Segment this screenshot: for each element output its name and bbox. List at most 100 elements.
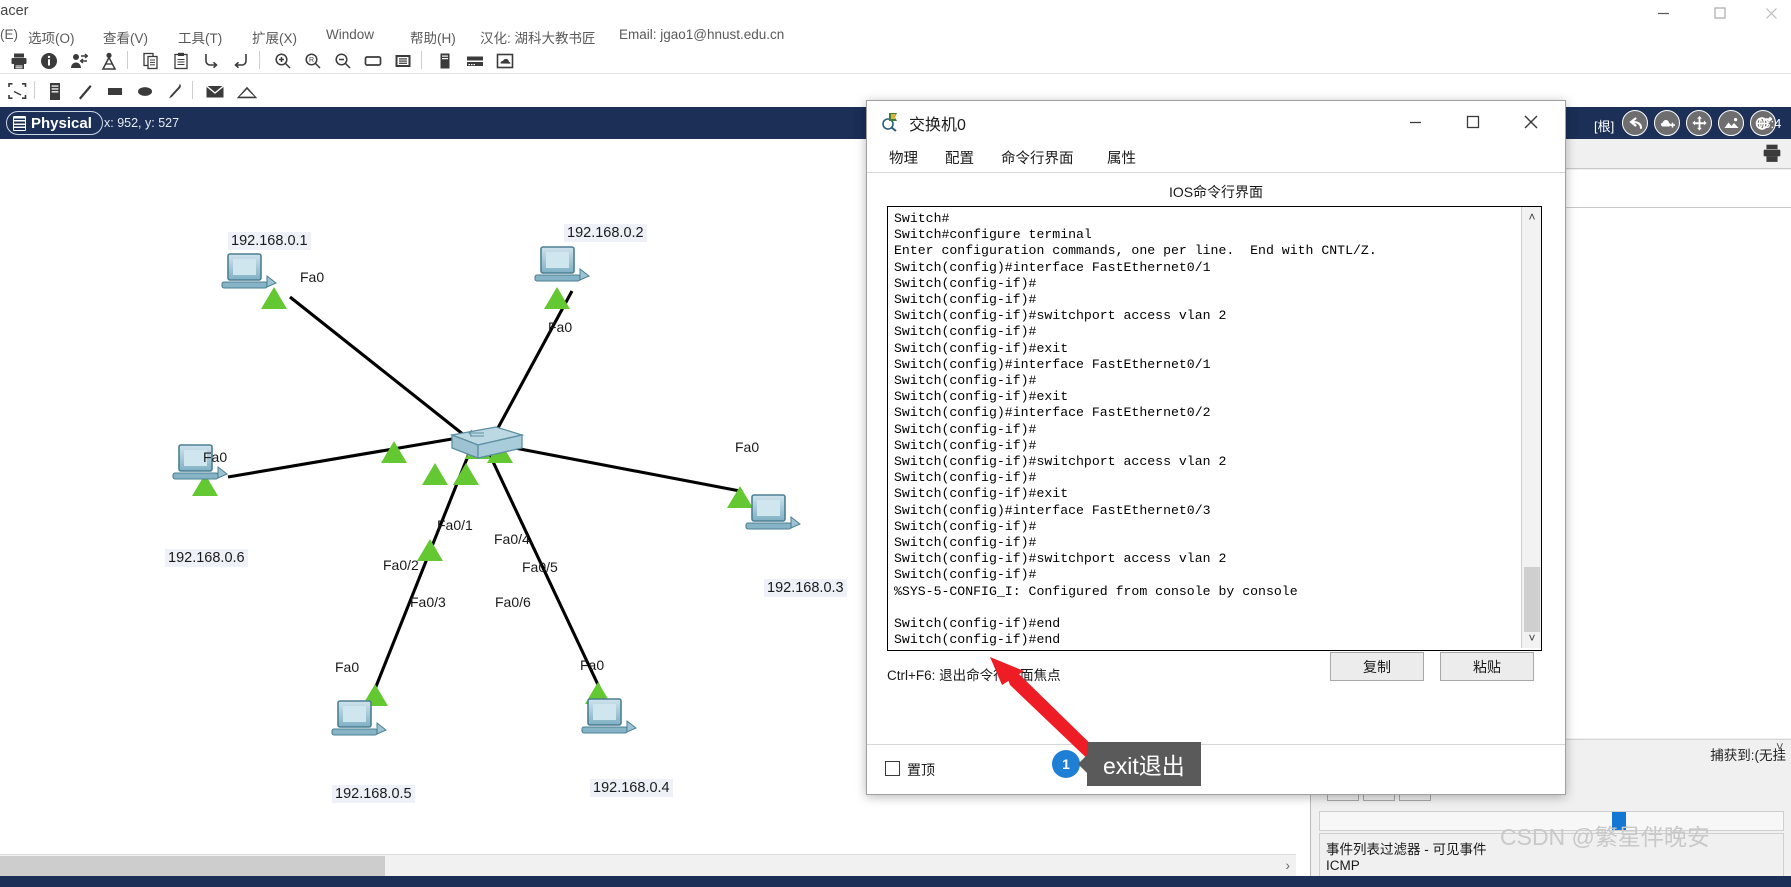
cli-terminal-text[interactable]: Switch# Switch#configure terminal Enter … [888, 207, 1521, 648]
dialog-titlebar[interactable]: 交换机0 [867, 101, 1565, 143]
pc-1-ip-label: 192.168.0.1 [228, 232, 311, 250]
always-on-top-label: 置顶 [907, 762, 935, 778]
tab-cli[interactable]: 命令行界面 [1001, 147, 1074, 177]
menubar-email: Email: jgao1@hnust.edu.cn [619, 27, 785, 42]
menu-tools[interactable]: 工具(T) [178, 27, 222, 47]
device-inspect-icon [881, 112, 901, 132]
simulation-clock: 03:4 [1756, 116, 1782, 131]
event-list-vertical-scrollbar[interactable]: ˅ [1773, 639, 1791, 759]
event-filter-title: 事件列表过滤器 - 可见事件 [1326, 842, 1487, 857]
tab-config[interactable]: 配置 [945, 147, 974, 174]
note-icon[interactable] [44, 80, 66, 102]
physical-mode-button[interactable]: Physical [6, 111, 103, 135]
dialog-tabs: 物理 配置 命令行界面 属性 [867, 143, 1565, 177]
menu-extensions[interactable]: 扩展(X) [252, 27, 297, 47]
dialog-close-button[interactable] [1503, 101, 1559, 143]
menubar-credit: 汉化: 湖科大教书匠 [480, 31, 596, 46]
custom-devices-icon[interactable] [392, 50, 414, 72]
csdn-watermark: CSDN @繁星伴晚安 [1500, 824, 1710, 850]
multiuser-icon[interactable] [98, 50, 120, 72]
cli-scroll-thumb[interactable] [1524, 567, 1540, 632]
cli-terminal[interactable]: Switch# Switch#configure terminal Enter … [887, 206, 1542, 651]
scroll-up-icon[interactable]: ˄ [1522, 207, 1541, 227]
zoom-out-icon[interactable] [332, 50, 354, 72]
copy-button[interactable]: 复制 [1330, 652, 1424, 681]
always-on-top-checkbox[interactable] [885, 761, 900, 776]
tab-physical[interactable]: 物理 [889, 147, 918, 174]
pc-2-icon [534, 246, 590, 282]
activity-wizard-icon[interactable] [68, 50, 90, 72]
taskbar [0, 876, 1791, 887]
chevron-down-icon[interactable]: ˅ [1776, 739, 1784, 754]
line-icon[interactable] [74, 80, 96, 102]
window-titlebar: ket Tracer [0, 0, 1791, 26]
cursor-coordinates: x: 952, y: 527 [104, 116, 180, 130]
cloud-add-icon[interactable] [1654, 110, 1680, 136]
pc-2-ip-label: 192.168.0.2 [564, 224, 647, 242]
switch-port-label-fa04: Fa0/4 [494, 531, 530, 547]
undo-icon[interactable] [200, 50, 222, 72]
image-icon[interactable] [1718, 110, 1744, 136]
back-icon[interactable] [1622, 110, 1648, 136]
cli-vertical-scrollbar[interactable]: ˄ ˅ [1521, 207, 1541, 648]
toolbar-separator [421, 51, 422, 69]
pc-1-icon [221, 253, 277, 289]
menu-options[interactable]: 选项(O) [28, 27, 75, 47]
draw-icon[interactable] [164, 80, 186, 102]
scroll-down-icon[interactable]: ˅ [1522, 628, 1541, 648]
pc-5-icon [331, 700, 387, 736]
pc-4-port-label: Fa0 [580, 657, 605, 673]
menu-edit[interactable]: (E) [0, 27, 18, 42]
menu-help[interactable]: 帮助(H) [410, 27, 456, 47]
toolbar-separator [34, 81, 35, 99]
copy-icon[interactable] [140, 50, 162, 72]
pc-3-icon [745, 494, 801, 530]
workspace-scroll-thumb[interactable] [0, 856, 385, 876]
zoom-in-icon[interactable] [272, 50, 294, 72]
network-panel-icon[interactable] [464, 50, 486, 72]
dialog-minimize-button[interactable] [1387, 101, 1443, 143]
rectangle-icon[interactable] [104, 80, 126, 102]
window-close-button[interactable] [1748, 0, 1791, 26]
pc-5-port-label: Fa0 [335, 659, 360, 675]
dialog-maximize-button[interactable] [1445, 101, 1501, 143]
window-minimize-button[interactable] [1640, 0, 1686, 26]
menu-window[interactable]: Window [326, 27, 374, 42]
print-panel-icon[interactable] [1762, 143, 1782, 168]
dialog-body: IOS命令行界面 Switch# Switch#configure termin… [867, 174, 1565, 744]
switch-0-icon [449, 426, 525, 459]
layers-icon [13, 115, 26, 131]
menu-view[interactable]: 查看(V) [103, 27, 148, 47]
root-label: [根] [1594, 119, 1615, 134]
window-maximize-button[interactable] [1697, 0, 1743, 26]
chevron-right-icon[interactable]: › [1285, 857, 1290, 873]
cloud-icon[interactable] [494, 50, 516, 72]
zoom-reset-icon[interactable]: R [302, 50, 324, 72]
move-icon[interactable] [1686, 110, 1712, 136]
info-icon[interactable] [38, 50, 60, 72]
pc-1-port-label: Fa0 [300, 269, 325, 285]
toolbar-separator [192, 81, 193, 99]
svg-text:R: R [309, 57, 314, 64]
redo-icon[interactable] [230, 50, 252, 72]
palette-icon[interactable] [362, 50, 384, 72]
ellipse-icon[interactable] [134, 80, 156, 102]
pc-2-port-label: Fa0 [548, 319, 573, 335]
print-icon[interactable] [8, 50, 30, 72]
paste-icon[interactable] [170, 50, 192, 72]
closed-envelope-icon[interactable] [204, 80, 226, 102]
menubar: (E) 选项(O) 查看(V) 工具(T) 扩展(X) Window 帮助(H)… [0, 26, 1791, 48]
open-envelope-icon[interactable] [236, 80, 258, 102]
switch-port-label-fa02: Fa0/2 [383, 557, 419, 573]
workspace-horizontal-scrollbar[interactable]: › [0, 854, 1296, 876]
paste-button[interactable]: 粘贴 [1440, 652, 1534, 681]
switch-port-label-fa05: Fa0/5 [522, 559, 558, 575]
physical-mode-label: Physical [31, 114, 92, 132]
select-icon[interactable] [6, 80, 28, 102]
device-list-icon[interactable] [434, 50, 456, 72]
event-filter-protocols: ICMP [1326, 858, 1360, 873]
device-dialog: 交换机0 物理 配置 命令行界面 属性 IOS命令行界面 Switch# Swi… [866, 100, 1566, 795]
tab-attributes[interactable]: 属性 [1107, 147, 1136, 174]
switch-port-label-fa06: Fa0/6 [495, 594, 531, 610]
cli-focus-hint: Ctrl+F6: 退出命令行界面焦点 [887, 668, 1061, 683]
